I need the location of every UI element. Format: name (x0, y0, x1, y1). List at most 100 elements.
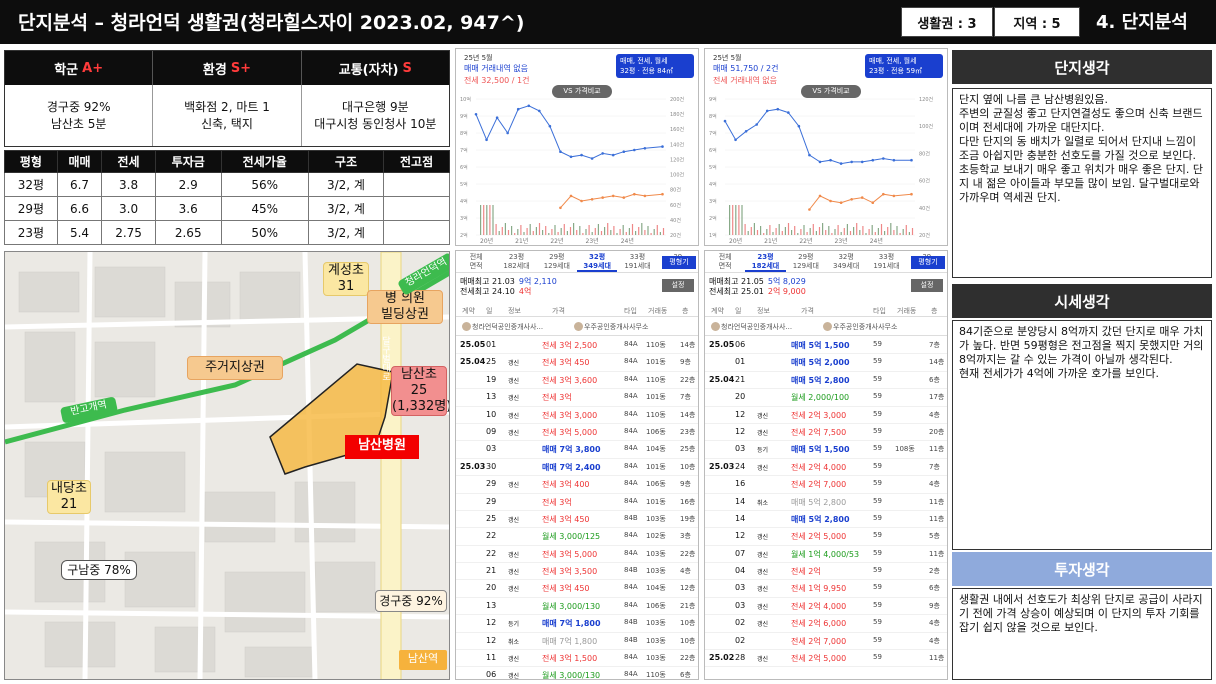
map-naedang-elem[interactable]: 내당초 21 (47, 480, 91, 514)
size-filter-button[interactable]: 평형기 (911, 256, 945, 269)
map-namsan-station[interactable]: 남산역 (399, 650, 447, 670)
size-filter-button[interactable]: 평형기 (662, 256, 696, 269)
table-row[interactable]: 25.05 06 매매 5억 1,500 59 7층 (705, 337, 947, 355)
table-row[interactable]: 13 갱신 전세 3억 84A 101동 7층 (456, 389, 698, 407)
table-row[interactable]: 19 갱신 전세 3억 3,600 84A 110동 22층 (456, 372, 698, 390)
table-row[interactable]: 09 갱신 전세 3억 5,000 84A 106동 23층 (456, 424, 698, 442)
agent-name[interactable]: 우주공인중개사사무소 (833, 322, 897, 332)
data-point (569, 194, 573, 198)
table-row[interactable]: 03 등기 매매 5억 1,500 59 108동 11층 (705, 441, 947, 459)
row-cell: 20 (486, 583, 497, 593)
volume-bar (784, 227, 786, 235)
column-header[interactable]: 계약 (462, 306, 475, 316)
table-row[interactable]: 12 취소 매매 7억 1,800 84B 103동 10층 (456, 633, 698, 651)
column-header[interactable]: 정보 (508, 306, 521, 316)
settings-button[interactable]: 설정 (662, 279, 694, 292)
table-row[interactable]: 22 갱신 전세 3억 5,000 84A 103동 22층 (456, 546, 698, 564)
table-row[interactable]: 03 갱신 전세 1억 9,950 59 6층 (705, 580, 947, 598)
table-row[interactable]: 25.03 30 매매 7억 2,400 84A 101동 10층 (456, 459, 698, 477)
data-point (485, 138, 488, 142)
table-row[interactable]: 07 갱신 월세 1억 4,000/53 59 11층 (705, 546, 947, 564)
table-row[interactable]: 02 갱신 전세 2억 6,000 59 4층 (705, 615, 947, 633)
table-row[interactable]: 16 전세 2억 7,000 59 4층 (705, 476, 947, 494)
table-row[interactable]: 12 갱신 전세 2억 7,500 59 20층 (705, 424, 947, 442)
table-row[interactable]: 25.04 25 갱신 전세 3억 450 84A 101동 9층 (456, 354, 698, 372)
transaction-list-23[interactable]: 전체면적23평182세대29평129세대32평349세대33평191세대3996… (704, 250, 948, 680)
table-row[interactable]: 21 갱신 전세 3억 3,500 84B 103동 4층 (456, 563, 698, 581)
row-cell: 매매 7억 1,800 (542, 636, 598, 646)
row-cell: 102동 (646, 532, 666, 541)
row-cell: 25 (486, 513, 497, 523)
column-header[interactable]: 일 (735, 306, 741, 316)
size-tab[interactable]: 전체 면적 (456, 251, 496, 272)
table-row[interactable]: 13 월세 3,000/130 84A 106동 21층 (456, 598, 698, 616)
price-chart-23[interactable]: 25년 5월 매매 51,750 / 2건 전세 거래내역 없음 매매, 전세,… (704, 48, 948, 246)
size-tab[interactable]: 29평 129세대 (786, 251, 826, 272)
table-row[interactable]: 25 갱신 전세 3억 450 84B 103동 19층 (456, 511, 698, 529)
column-header[interactable]: 타입 (624, 306, 637, 316)
map-hospital-district[interactable]: 병 의원 빌딩상권 (367, 290, 443, 324)
table-row[interactable]: 20 월세 2,000/100 59 17층 (705, 389, 947, 407)
column-header[interactable]: 층 (931, 306, 937, 316)
size-tab[interactable]: 32평 349세대 (826, 251, 866, 272)
map-namsan-elem[interactable]: 남산초 25 (1,332명) (391, 366, 449, 416)
size-tab[interactable]: 23평 182세대 (745, 251, 786, 272)
table-row[interactable]: 22 월세 3,000/125 84A 102동 3층 (456, 528, 698, 546)
column-header[interactable]: 정보 (757, 306, 770, 316)
table-row[interactable]: 11 갱신 전세 3억 1,500 84A 103동 22층 (456, 650, 698, 668)
column-header[interactable]: 거래동 (897, 306, 916, 316)
column-header[interactable]: 계약 (711, 306, 724, 316)
column-header[interactable]: 층 (682, 306, 688, 316)
table-row[interactable]: 14 취소 매매 5억 2,800 59 11층 (705, 494, 947, 511)
table-row[interactable]: 14 매매 5억 2,800 59 11층 (705, 511, 947, 529)
map-namsan-hospital[interactable]: 남산병원 (345, 435, 419, 459)
map-gyeonggu-middle[interactable]: 경구중 92% (375, 590, 447, 612)
size-tab[interactable]: 33평 191세대 (866, 251, 906, 272)
row-cell: 59 (873, 444, 882, 453)
table-row[interactable]: 25.04 21 매매 5억 2,800 59 6층 (705, 372, 947, 390)
table-row[interactable]: 25.05 01 전세 3억 2,500 84A 110동 14층 (456, 337, 698, 355)
column-header[interactable]: 가격 (552, 306, 565, 316)
settings-button[interactable]: 설정 (911, 279, 943, 292)
map-gunam-middle[interactable]: 구남중 78% (61, 560, 137, 580)
table-row[interactable]: 12 등기 매매 7억 1,800 84B 103동 10층 (456, 615, 698, 633)
table-row[interactable]: 04 갱신 전세 2억 59 2층 (705, 563, 947, 581)
agent-name[interactable]: 청라언덕공인중개사사... (721, 322, 792, 332)
column-header[interactable]: 일 (486, 306, 492, 316)
table-row[interactable]: 10 갱신 전세 3억 3,000 84A 110동 14층 (456, 407, 698, 424)
column-header[interactable]: 타입 (873, 306, 886, 316)
table-row[interactable]: 12 갱신 전세 2억 5,000 59 5층 (705, 528, 947, 546)
agent-name[interactable]: 우주공인중개사사무소 (584, 322, 648, 332)
transaction-list-32[interactable]: 전체면적23평182세대29평129세대32평349세대33평191세대3996… (455, 250, 699, 680)
size-tab[interactable]: 23평 182세대 (496, 251, 536, 272)
data-point (787, 111, 790, 114)
table-row[interactable]: 29 전세 3억 84A 101동 16층 (456, 494, 698, 511)
column-header[interactable]: 가격 (801, 306, 814, 316)
map-residential-district[interactable]: 주거지상권 (187, 356, 283, 380)
table-row[interactable]: 03 갱신 전세 2억 4,000 59 9층 (705, 598, 947, 616)
map-gyeseong-elem[interactable]: 계성초 31 (323, 262, 369, 296)
size-tab[interactable]: 33평 191세대 (617, 251, 657, 272)
price-chart-32[interactable]: 25년 5월 매매 거래내역 없음 전세 32,500 / 1건 매매, 전세,… (455, 48, 699, 246)
volume-bar (492, 205, 494, 235)
table-row[interactable]: 03 매매 7억 3,800 84A 104동 25층 (456, 441, 698, 459)
area-map[interactable]: 달구벌대로 계성초 31 병 의원 빌딩상권 주거지상권 남산초 25 (1,332명)… (4, 251, 450, 680)
data-point (474, 113, 478, 116)
table-row[interactable]: 25.03 24 갱신 전세 2억 4,000 59 7층 (705, 459, 947, 477)
size-tab[interactable]: 32평 349세대 (576, 251, 618, 272)
table-row[interactable]: 12 갱신 전세 2억 3,000 59 4층 (705, 407, 947, 424)
table-row[interactable]: 02 전세 2억 7,000 59 4층 (705, 633, 947, 651)
table-row[interactable]: 25.02 28 갱신 전세 2억 5,000 59 11층 (705, 650, 947, 668)
row-cell: 84A (624, 653, 638, 662)
size-tab[interactable]: 전체 면적 (705, 251, 745, 272)
agent-name[interactable]: 청라언덕공인중개사사... (472, 322, 543, 332)
table-row[interactable]: 29 갱신 전세 3억 400 84A 106동 9층 (456, 476, 698, 494)
table-row[interactable]: 06 갱신 월세 3,000/130 84A 110동 6층 (456, 667, 698, 679)
column-header[interactable]: 거래동 (648, 306, 667, 316)
table-row[interactable]: 01 매매 5억 2,000 59 14층 (705, 354, 947, 372)
volume-bar (662, 228, 665, 235)
data-point (538, 109, 541, 113)
size-tab[interactable]: 29평 129세대 (537, 251, 577, 272)
table-row[interactable]: 20 갱신 전세 3억 450 84A 104동 12층 (456, 580, 698, 598)
row-cell: 21 (735, 374, 746, 384)
